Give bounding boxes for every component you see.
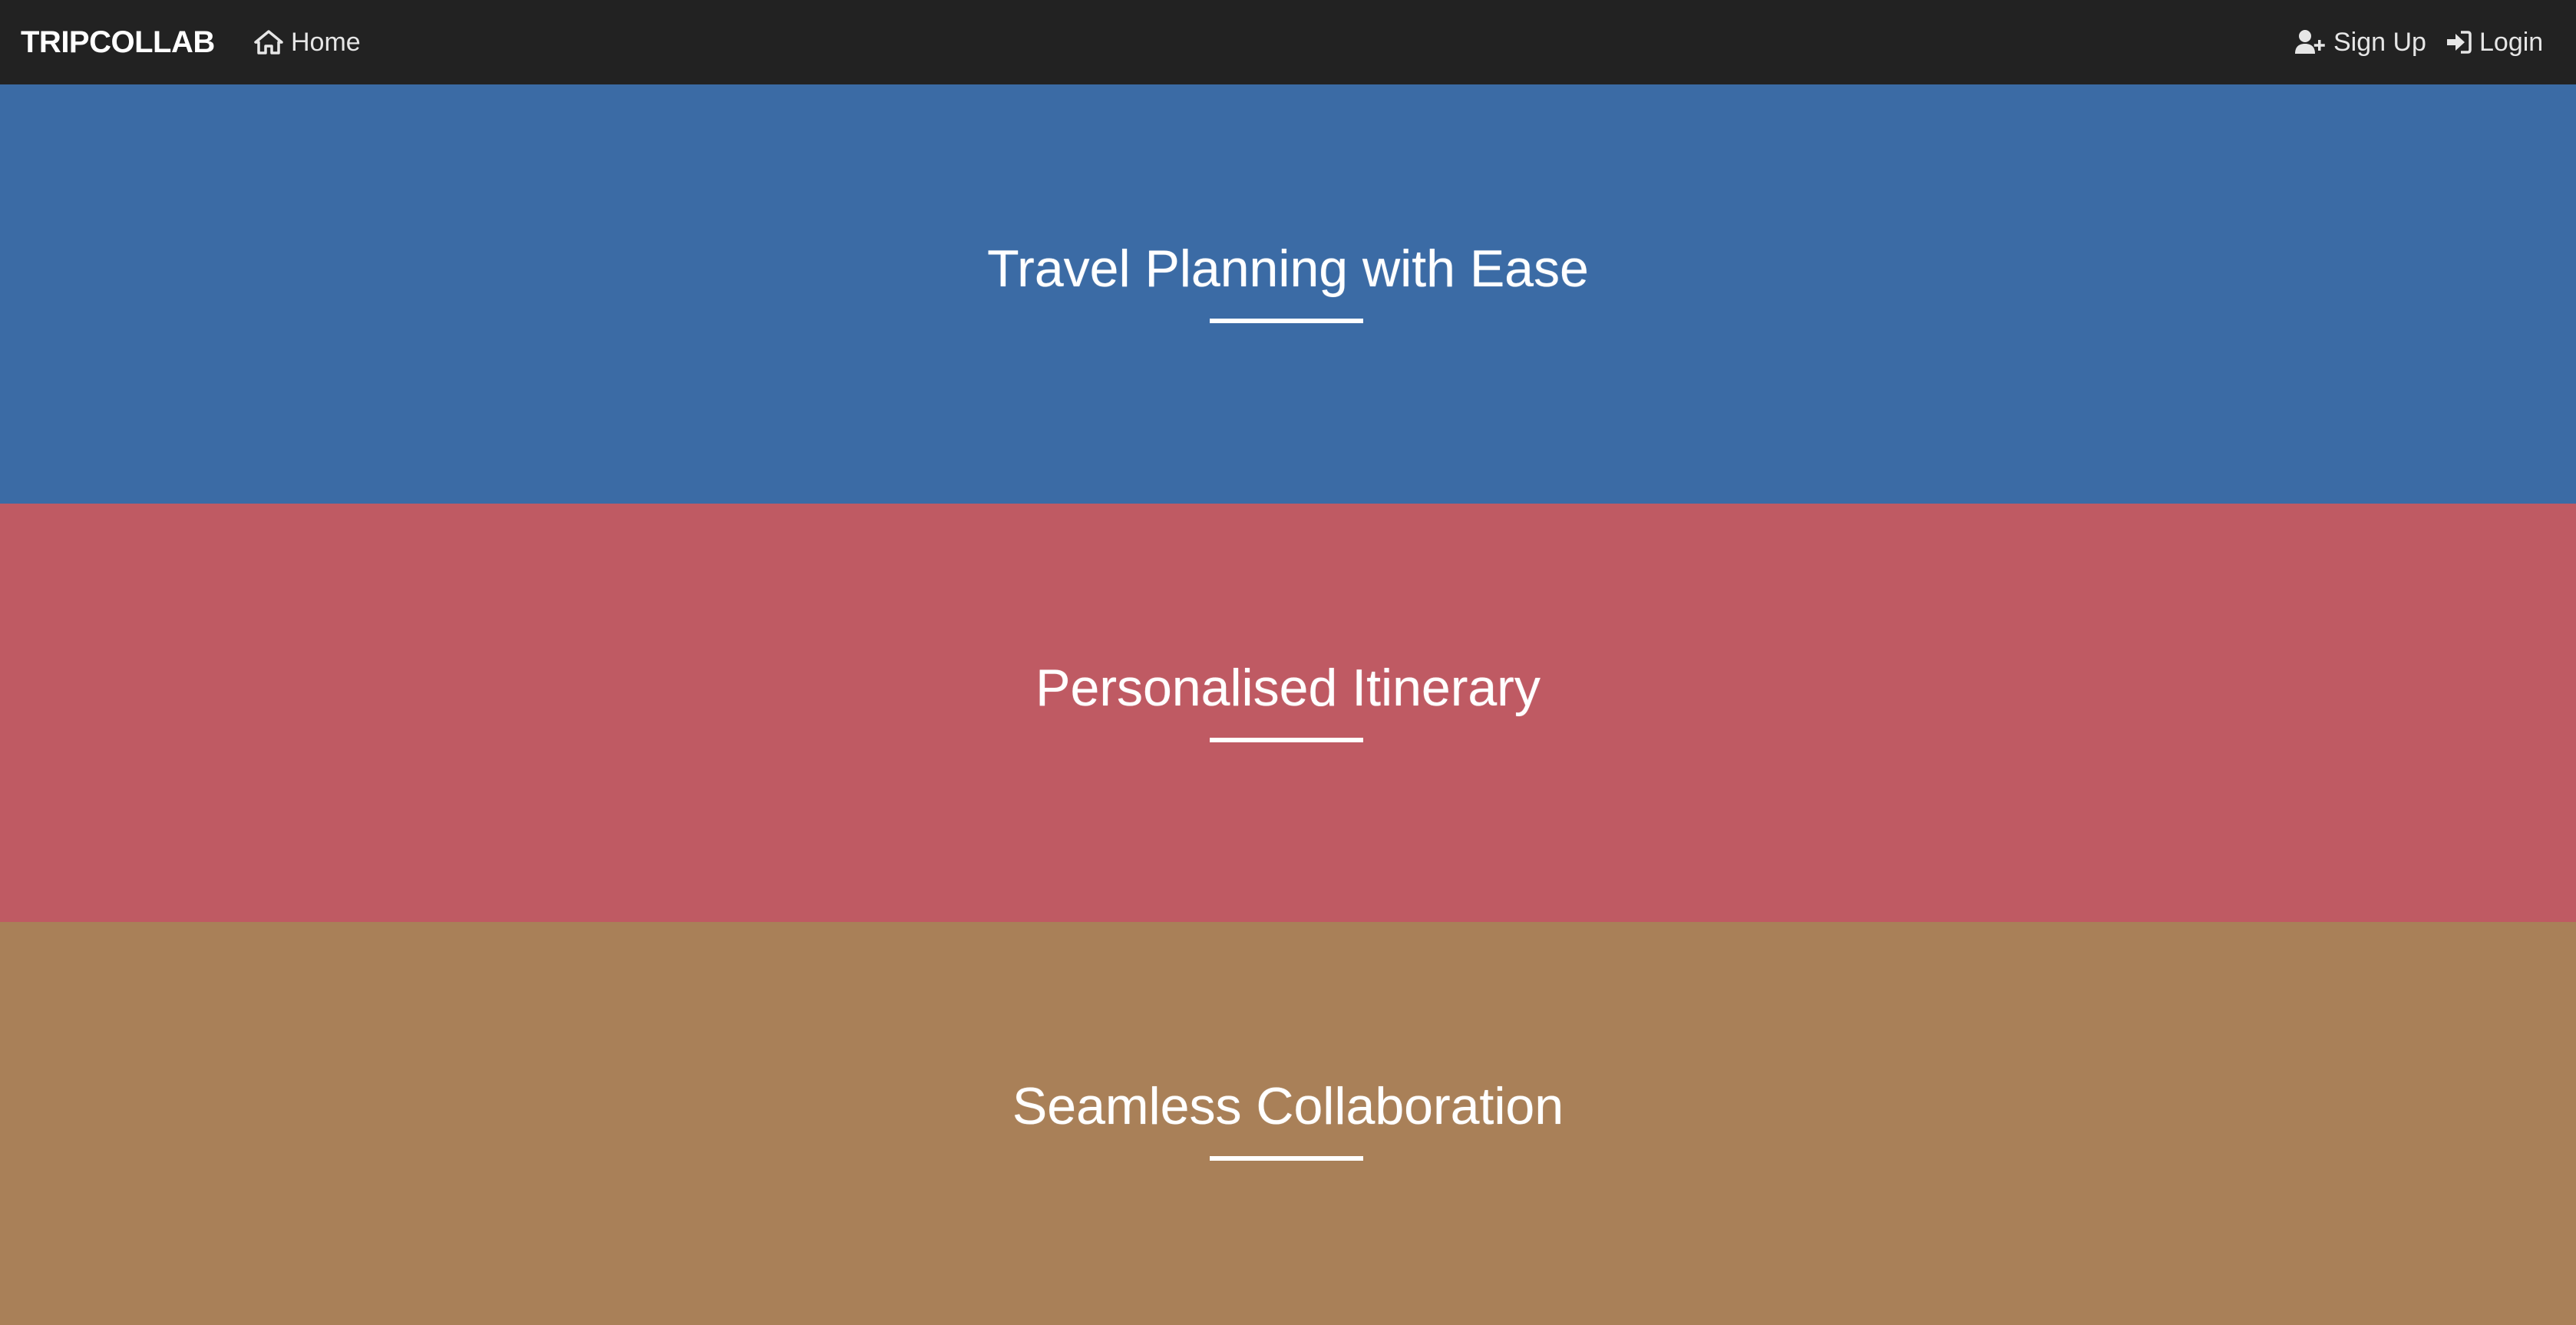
section-title: Seamless Collaboration xyxy=(1012,1077,1564,1135)
navbar: TRIPCOLLAB Home Sign Up Login xyxy=(0,0,2576,84)
feature-section-collaboration: Seamless Collaboration xyxy=(0,922,2576,1325)
nav-login-link[interactable]: Login xyxy=(2446,0,2543,84)
nav-signup-link[interactable]: Sign Up xyxy=(2295,0,2426,84)
title-underline xyxy=(1210,319,1363,323)
feature-section-travel-planning: Travel Planning with Ease xyxy=(0,84,2576,504)
section-title: Personalised Itinerary xyxy=(1035,659,1541,717)
user-plus-icon xyxy=(2295,29,2326,55)
title-underline xyxy=(1210,738,1363,742)
nav-signup-label: Sign Up xyxy=(2333,27,2426,57)
home-icon xyxy=(254,30,283,55)
section-title: Travel Planning with Ease xyxy=(987,240,1589,298)
feature-section-itinerary: Personalised Itinerary xyxy=(0,504,2576,923)
nav-home-label: Home xyxy=(291,27,361,57)
sign-in-icon xyxy=(2446,30,2472,55)
nav-home-link[interactable]: Home xyxy=(254,0,361,84)
brand-logo[interactable]: TRIPCOLLAB xyxy=(21,0,215,84)
nav-login-label: Login xyxy=(2479,27,2544,57)
title-underline xyxy=(1210,1156,1363,1161)
